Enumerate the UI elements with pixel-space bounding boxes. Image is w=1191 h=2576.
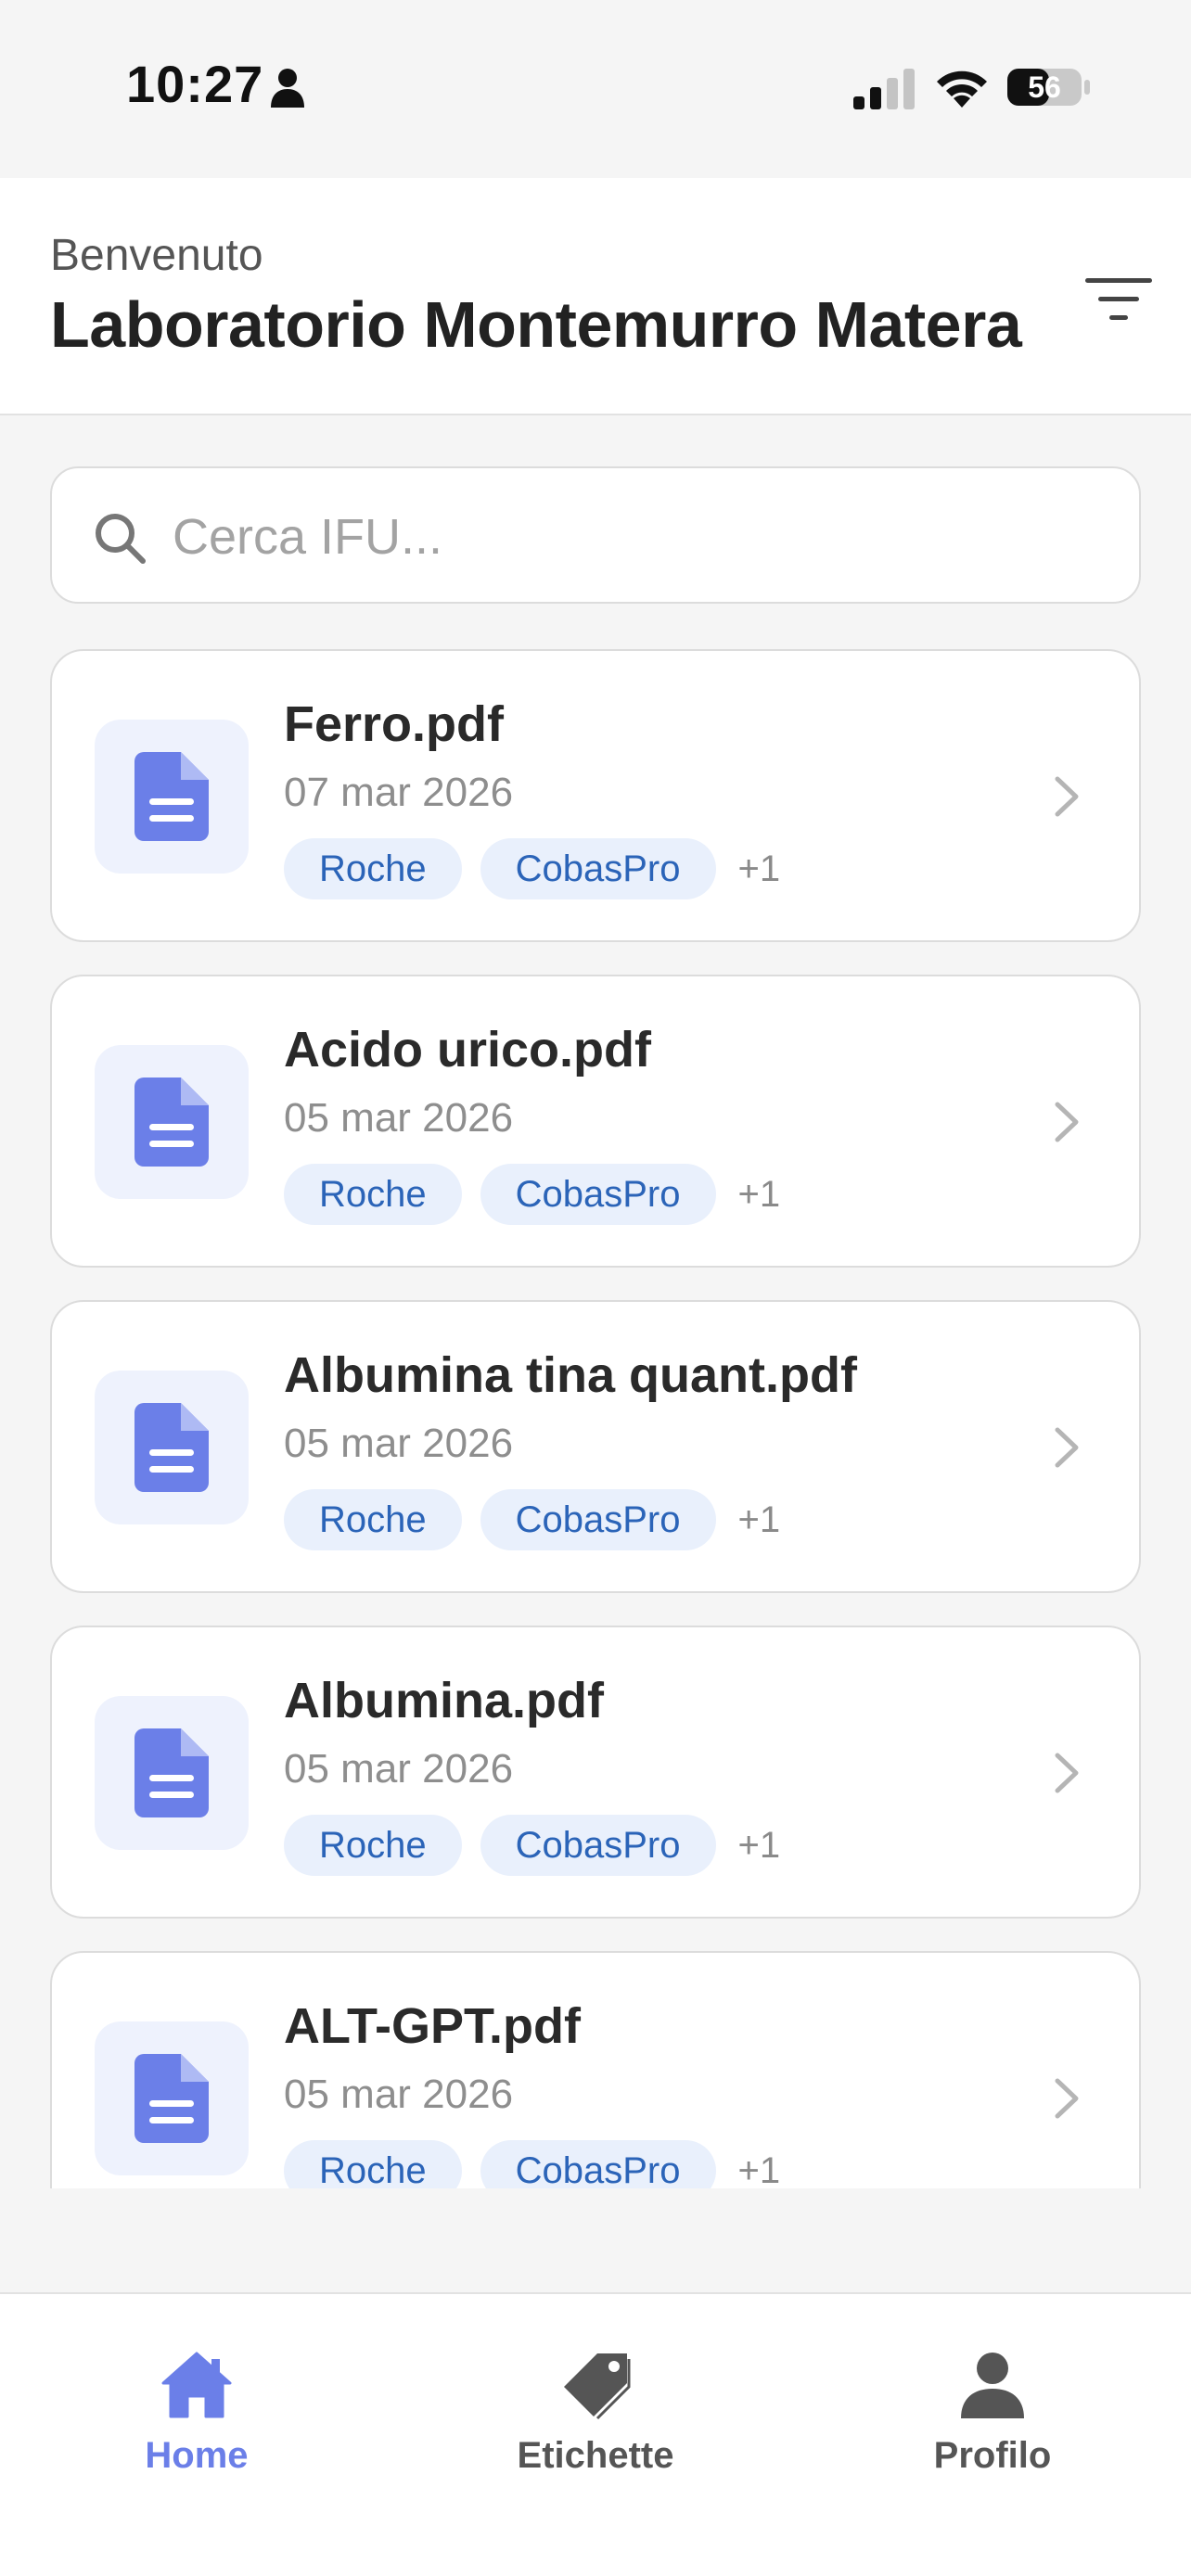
tag-badge: Roche — [284, 838, 462, 899]
tab-etichette[interactable]: Etichette — [475, 2350, 716, 2489]
document-icon — [134, 1078, 209, 1167]
tag-icon — [564, 2353, 631, 2420]
tag-badge: CobasPro — [480, 838, 716, 899]
document-tile — [95, 720, 249, 874]
document-icon — [134, 1403, 209, 1492]
document-tile — [95, 1696, 249, 1850]
search-icon — [96, 514, 146, 564]
document-date: 07 mar 2026 — [284, 770, 514, 815]
tag-list: Roche CobasPro +1 — [284, 1815, 780, 1876]
tag-badge: CobasPro — [480, 1489, 716, 1550]
document-icon — [134, 752, 209, 841]
tag-badge: Roche — [284, 1489, 462, 1550]
list-item[interactable]: Albumina.pdf 05 mar 2026 Roche CobasPro … — [50, 1626, 1141, 1919]
more-tags-count: +1 — [737, 1498, 781, 1540]
chevron-right-icon — [1055, 1427, 1079, 1468]
document-tile — [95, 2021, 249, 2175]
header: Benvenuto Laboratorio Montemurro Matera — [0, 178, 1191, 415]
document-date: 05 mar 2026 — [284, 2072, 514, 2117]
wifi-icon — [937, 70, 987, 108]
tag-badge: CobasPro — [480, 2140, 716, 2188]
document-name: Albumina tina quant.pdf — [284, 1347, 857, 1403]
search-input[interactable] — [173, 496, 1100, 578]
tab-home[interactable]: Home — [76, 2350, 317, 2489]
tab-label: Home — [145, 2435, 249, 2476]
document-tile — [95, 1371, 249, 1524]
tag-badge: CobasPro — [480, 1815, 716, 1876]
tab-label: Profilo — [933, 2435, 1052, 2476]
tab-bar: Home Etichette Profilo — [0, 2292, 1191, 2576]
document-icon — [134, 2054, 209, 2143]
document-name: Albumina.pdf — [284, 1673, 604, 1728]
battery-icon: 56 — [1007, 65, 1091, 109]
more-tags-count: +1 — [737, 1824, 781, 1866]
chevron-right-icon — [1055, 776, 1079, 817]
document-icon — [134, 1728, 209, 1817]
person-icon — [271, 69, 304, 108]
more-tags-count: +1 — [737, 1173, 781, 1215]
search-bar[interactable] — [50, 466, 1141, 604]
document-name: Ferro.pdf — [284, 696, 504, 752]
tag-list: Roche CobasPro +1 — [284, 838, 780, 899]
battery-level: 56 — [1028, 70, 1061, 104]
tag-list: Roche CobasPro +1 — [284, 1489, 780, 1550]
document-list[interactable]: Ferro.pdf 07 mar 2026 Roche CobasPro +1 … — [0, 649, 1191, 2188]
tag-badge: Roche — [284, 1164, 462, 1225]
tag-badge: CobasPro — [480, 1164, 716, 1225]
more-tags-count: +1 — [737, 848, 781, 889]
document-tile — [95, 1045, 249, 1199]
list-item[interactable]: Acido urico.pdf 05 mar 2026 Roche CobasP… — [50, 975, 1141, 1268]
list-item[interactable]: ALT-GPT.pdf 05 mar 2026 Roche CobasPro +… — [50, 1951, 1141, 2188]
document-name: Acido urico.pdf — [284, 1022, 651, 1078]
page-title: Laboratorio Montemurro Matera — [50, 288, 1022, 361]
signal-icon — [853, 69, 915, 109]
person-icon — [961, 2353, 1024, 2418]
status-bar: 10:27 56 — [0, 0, 1191, 178]
chevron-right-icon — [1055, 2078, 1079, 2119]
tab-label: Etichette — [517, 2435, 674, 2476]
document-date: 05 mar 2026 — [284, 1421, 514, 1466]
home-icon — [161, 2352, 232, 2418]
tag-badge: Roche — [284, 1815, 462, 1876]
tag-list: Roche CobasPro +1 — [284, 2140, 780, 2188]
welcome-text: Benvenuto — [50, 231, 263, 280]
tag-list: Roche CobasPro +1 — [284, 1164, 780, 1225]
filter-icon[interactable] — [1082, 271, 1156, 326]
list-item[interactable]: Albumina tina quant.pdf 05 mar 2026 Roch… — [50, 1300, 1141, 1593]
more-tags-count: +1 — [737, 2149, 781, 2189]
chevron-right-icon — [1055, 1102, 1079, 1142]
status-time: 10:27 — [126, 55, 264, 113]
chevron-right-icon — [1055, 1753, 1079, 1793]
document-name: ALT-GPT.pdf — [284, 1998, 581, 2054]
document-date: 05 mar 2026 — [284, 1746, 514, 1792]
list-item[interactable]: Ferro.pdf 07 mar 2026 Roche CobasPro +1 — [50, 649, 1141, 942]
tag-badge: Roche — [284, 2140, 462, 2188]
tab-profilo[interactable]: Profilo — [872, 2350, 1113, 2489]
document-date: 05 mar 2026 — [284, 1095, 514, 1141]
